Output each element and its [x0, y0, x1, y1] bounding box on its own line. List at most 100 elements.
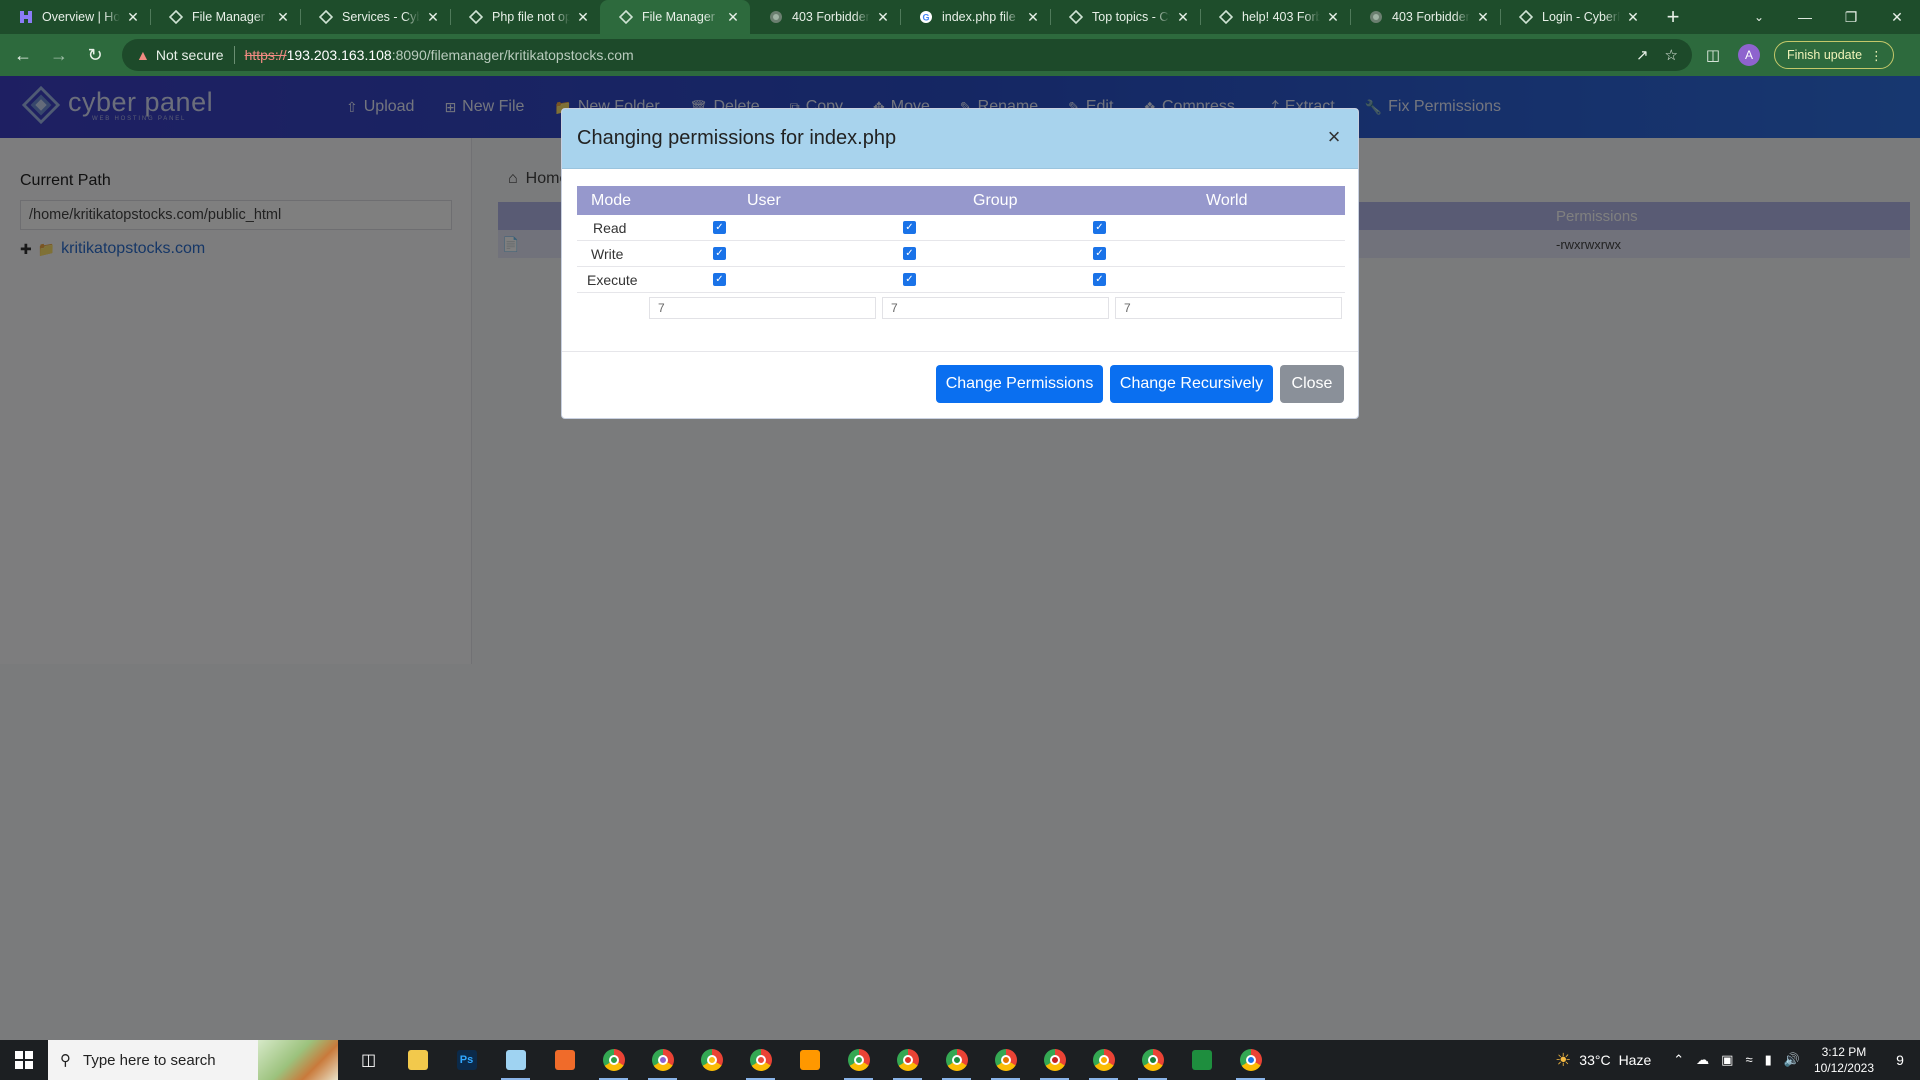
user-write-checkbox[interactable]: ✓: [713, 247, 726, 260]
tab-close-icon[interactable]: ✕: [274, 8, 292, 26]
chrome-profile-icon: [945, 1049, 968, 1071]
world-read-checkbox[interactable]: ✓: [1093, 221, 1106, 234]
profile-avatar[interactable]: A: [1738, 44, 1760, 66]
group-execute-checkbox[interactable]: ✓: [903, 273, 916, 286]
browser-tab[interactable]: Php file not opening ✕: [450, 0, 600, 34]
taskbar-app[interactable]: [981, 1040, 1030, 1080]
change-permissions-button[interactable]: Change Permissions: [936, 365, 1103, 403]
windows-start-icon[interactable]: [0, 1040, 48, 1080]
taskbar-app[interactable]: [785, 1040, 834, 1080]
address-bar[interactable]: ▲ Not secure https:// 193.203.163.108 :8…: [122, 39, 1692, 71]
permissions-modal: Changing permissions for index.php × Mod…: [561, 108, 1359, 419]
tab-close-icon[interactable]: ✕: [124, 8, 142, 26]
tab-close-icon[interactable]: ✕: [1324, 8, 1342, 26]
taskbar-search[interactable]: ⚲ Type here to search: [48, 1040, 338, 1080]
tab-close-icon[interactable]: ✕: [874, 8, 892, 26]
browser-tab[interactable]: File Manager Upload ✕: [150, 0, 300, 34]
onedrive-cloud-icon[interactable]: ☁: [1696, 1052, 1709, 1068]
clock[interactable]: 3:12 PM 10/12/2023: [1814, 1044, 1874, 1076]
taskbar-app[interactable]: [883, 1040, 932, 1080]
taskbar-app[interactable]: [1079, 1040, 1128, 1080]
minimize-icon[interactable]: —: [1782, 0, 1828, 34]
tab-close-icon[interactable]: ✕: [1474, 8, 1492, 26]
taskbar-app[interactable]: [736, 1040, 785, 1080]
google-icon: G: [918, 9, 934, 25]
back-icon[interactable]: ←: [8, 40, 38, 70]
taskbar-app[interactable]: [932, 1040, 981, 1080]
notification-count: 9: [1896, 1052, 1904, 1068]
wifi-icon[interactable]: ≈: [1745, 1052, 1752, 1068]
new-tab-button[interactable]: +: [1656, 0, 1690, 34]
taskbar-app[interactable]: [491, 1040, 540, 1080]
tab-title: 403 Forbidden: [1392, 10, 1470, 24]
world-octal-input[interactable]: 7: [1115, 297, 1342, 319]
taskbar-app[interactable]: [540, 1040, 589, 1080]
bookmark-star-icon[interactable]: ☆: [1665, 46, 1678, 64]
browser-tab[interactable]: Login - CyberPanel ✕: [1500, 0, 1650, 34]
chevron-up-icon[interactable]: ⌃: [1673, 1052, 1684, 1068]
cyberpanel-tab-icon: [1068, 9, 1084, 25]
chrome-profile-icon: [602, 1049, 625, 1071]
browser-tab[interactable]: File Manager - CyberPanel ✕: [600, 0, 750, 34]
taskbar-app[interactable]: [1128, 1040, 1177, 1080]
browser-tab[interactable]: Overview | Hostinger ✕: [0, 0, 150, 34]
cyberpanel-tab-icon: [318, 9, 334, 25]
tab-close-icon[interactable]: ✕: [1624, 8, 1642, 26]
user-execute-checkbox[interactable]: ✓: [713, 273, 726, 286]
user-octal-input[interactable]: 7: [649, 297, 876, 319]
tab-search-icon[interactable]: ⌄: [1742, 0, 1776, 34]
modal-close-icon[interactable]: ×: [1322, 125, 1346, 149]
security-label[interactable]: Not secure: [156, 47, 224, 63]
notification-center-icon[interactable]: 9: [1888, 1048, 1912, 1072]
browser-tab[interactable]: Top topics - CyberPanel ✕: [1050, 0, 1200, 34]
reload-icon[interactable]: ↻: [80, 40, 110, 70]
browser-tab[interactable]: 403 Forbidden ✕: [750, 0, 900, 34]
taskbar-app[interactable]: ◫: [344, 1040, 393, 1080]
close-button[interactable]: Close: [1280, 365, 1344, 403]
close-window-icon[interactable]: ✕: [1874, 0, 1920, 34]
group-octal-input[interactable]: 7: [882, 297, 1109, 319]
group-read-checkbox[interactable]: ✓: [903, 221, 916, 234]
taskbar-app[interactable]: [393, 1040, 442, 1080]
user-read-checkbox[interactable]: ✓: [713, 221, 726, 234]
chrome-icon: [700, 1049, 723, 1071]
display-icon[interactable]: ▣: [1721, 1052, 1733, 1068]
world-write-checkbox[interactable]: ✓: [1093, 247, 1106, 260]
forward-icon[interactable]: →: [44, 40, 74, 70]
browser-tab[interactable]: Gindex.php file gives ✕: [900, 0, 1050, 34]
finish-update-button[interactable]: Finish update ⋮: [1774, 41, 1894, 69]
tab-title: Login - CyberPanel: [1542, 10, 1620, 24]
browser-tab[interactable]: 403 Forbidden ✕: [1350, 0, 1500, 34]
tab-title: Php file not opening: [492, 10, 570, 24]
taskbar-app[interactable]: [1177, 1040, 1226, 1080]
taskbar-app[interactable]: [834, 1040, 883, 1080]
tab-close-icon[interactable]: ✕: [1174, 8, 1192, 26]
taskbar-app[interactable]: Ps: [442, 1040, 491, 1080]
tab-close-icon[interactable]: ✕: [1024, 8, 1042, 26]
tab-close-icon[interactable]: ✕: [724, 8, 742, 26]
tab-close-icon[interactable]: ✕: [424, 8, 442, 26]
chrome-profile-icon: [896, 1049, 919, 1071]
group-write-checkbox[interactable]: ✓: [903, 247, 916, 260]
restore-icon[interactable]: ❐: [1828, 0, 1874, 34]
change-recursively-button[interactable]: Change Recursively: [1110, 365, 1273, 403]
browser-tab[interactable]: help! 403 Forbidden ✕: [1200, 0, 1350, 34]
modal-title: Changing permissions for index.php: [577, 127, 897, 149]
share-icon[interactable]: ↗: [1636, 46, 1649, 64]
warning-icon[interactable]: ▲: [136, 47, 150, 63]
taskbar-app[interactable]: [687, 1040, 736, 1080]
tab-close-icon[interactable]: ✕: [574, 8, 592, 26]
chrome-profile-icon: [651, 1049, 674, 1071]
world-execute-checkbox[interactable]: ✓: [1093, 273, 1106, 286]
taskbar-app[interactable]: [589, 1040, 638, 1080]
taskbar-app[interactable]: [638, 1040, 687, 1080]
volume-icon[interactable]: 🔊: [1784, 1052, 1800, 1068]
taskbar-app[interactable]: [1226, 1040, 1275, 1080]
browser-tab[interactable]: Services - CyberPanel ✕: [300, 0, 450, 34]
taskbar-app[interactable]: [1030, 1040, 1079, 1080]
search-highlight-image: [258, 1040, 338, 1080]
weather-widget[interactable]: ☀ 33°C Haze: [1555, 1050, 1651, 1071]
browser-tab-strip: Overview | Hostinger✕File Manager Upload…: [0, 0, 1920, 34]
battery-icon[interactable]: ▮: [1765, 1052, 1772, 1068]
side-panel-icon[interactable]: ◫: [1702, 46, 1724, 64]
